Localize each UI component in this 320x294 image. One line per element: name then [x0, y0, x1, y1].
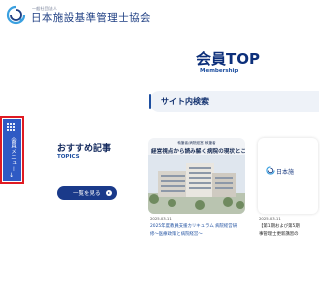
section-subtitle: TOPICS: [57, 154, 80, 160]
article-card[interactable]: 日本施: [258, 138, 318, 214]
member-menu-label: 会員メニュー: [10, 137, 16, 172]
article-date: 2025.03.11: [259, 216, 281, 221]
association-logo-icon[interactable]: [6, 5, 26, 25]
org-name[interactable]: 日本施設基準管理士協会: [31, 10, 151, 25]
article-title-line: 2025年度教員支援カリキュラム 病院経営研: [150, 224, 238, 229]
member-menu-tab[interactable]: 会員メニュー ↓: [0, 116, 24, 184]
article-image-headline: 経営視点から読み解く病院の現状とこれから: [151, 149, 245, 155]
article-title-line: 修～医療政策と病院経営～: [150, 232, 203, 237]
member-menu-tab-body[interactable]: 会員メニュー ↓: [3, 119, 21, 181]
association-logo-icon: [266, 166, 275, 175]
page-subtitle: Membership: [200, 68, 239, 74]
article-title-line: 【第1期および第5期: [259, 224, 300, 229]
search-label: サイト内検索: [161, 97, 209, 106]
view-all-button[interactable]: 一覧を見る: [57, 186, 117, 200]
arrow-right-icon: [106, 190, 112, 196]
article-title-line: 事管理士更新講習の: [259, 232, 299, 237]
article-image-text: 日本施: [276, 169, 295, 176]
page-title: 会員TOP: [196, 50, 260, 68]
article-title[interactable]: 【第1期および第5期 事管理士更新講習の: [259, 223, 300, 239]
article-title[interactable]: 2025年度教員支援カリキュラム 病院経営研 修～医療政策と病院経営～: [150, 223, 237, 239]
section-title: おすすめ記事: [57, 144, 112, 154]
hospital-building-image: [148, 155, 245, 214]
article-image-caption: 執筆者/病院経営 執筆者: [177, 141, 216, 145]
article-card[interactable]: 執筆者/病院経営 執筆者 経営視点から読み解く病院の現状とこれから: [148, 138, 245, 214]
view-all-label: 一覧を見る: [73, 191, 101, 197]
search-bar-accent: [149, 94, 151, 109]
arrow-down-icon: ↓: [9, 172, 15, 179]
grid-icon: [7, 123, 17, 131]
site-search-bar[interactable]: サイト内検索: [149, 91, 319, 112]
article-date: 2025.03.11: [150, 216, 172, 221]
site-header: 一般社団法人 日本施設基準管理士協会: [0, 0, 300, 28]
